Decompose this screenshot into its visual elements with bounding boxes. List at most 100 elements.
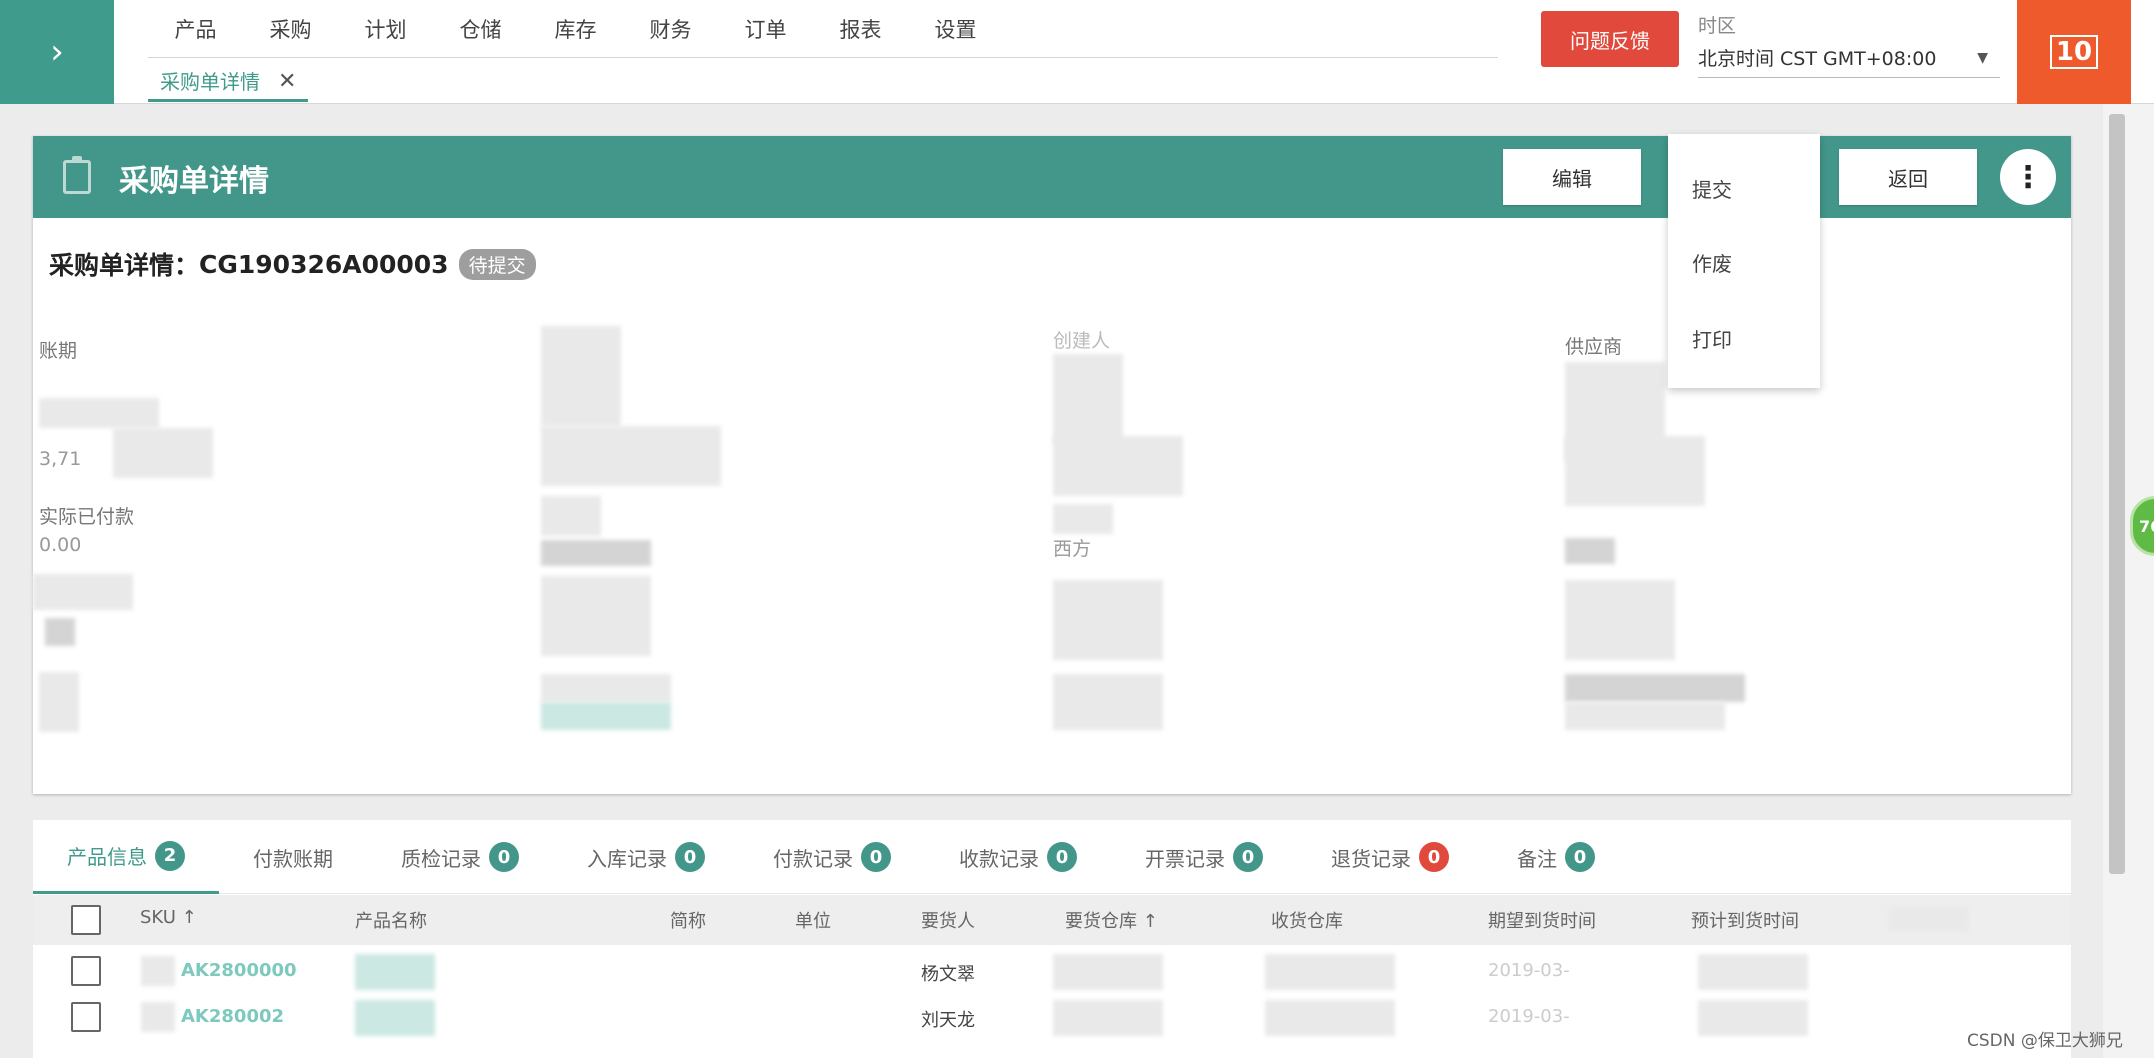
nav-plan[interactable]: 计划 [338,12,433,57]
redacted-cell [1053,954,1163,990]
chevron-right-icon: › [50,32,64,72]
redacted-field [1565,580,1675,660]
redacted-field [1565,538,1615,564]
count-badge: 0 [489,842,519,872]
record-tab[interactable]: 备注 0 [1483,820,1629,894]
page-scrollbar[interactable] [2103,104,2154,1058]
menu-item-print[interactable]: 打印 [1692,324,1732,353]
record-tab-label: 退货记录 [1331,846,1411,871]
record-tab[interactable]: 收款记录 0 [925,820,1111,894]
count-badge: 0 [675,842,705,872]
redacted-field [1053,436,1183,496]
order-number: CG190326A00003 [199,249,449,279]
close-icon[interactable]: ✕ [278,65,296,99]
redacted-field [541,540,651,566]
menu-item-submit[interactable]: 提交 [1692,174,1732,203]
redacted-field [33,574,133,610]
nav-orders[interactable]: 订单 [718,12,813,57]
count-badge: 0 [1565,842,1595,872]
col-unit: 单位 [795,911,831,932]
record-tab[interactable]: 退货记录 0 [1297,820,1483,894]
date-cell: 2019-03- [1488,1006,1570,1027]
redacted-cell [1265,1000,1395,1036]
scrollbar-thumb[interactable] [2109,114,2125,874]
feedback-button[interactable]: 问题反馈 [1541,11,1679,67]
redacted-field [1053,674,1163,730]
redacted-cell [1698,1000,1808,1036]
count-badge: 0 [1047,842,1077,872]
nav-inventory[interactable]: 库存 [528,12,623,57]
record-tab[interactable]: 质检记录 0 [367,820,553,894]
watermark-text: CSDN @保卫大狮兄 [1967,1031,2123,1051]
record-tab[interactable]: 产品信息 2 [33,820,219,894]
open-page-tabs: 采购单详情 ✕ [148,64,309,104]
redacted-field [1565,702,1725,730]
sidebar-toggle-button[interactable]: › [0,0,114,104]
redacted-field [39,672,79,732]
top-navigation-bar: › 产品 采购 计划 仓储 库存 财务 订单 报表 设置 采购单详情 ✕ 问题反… [0,0,2154,104]
count-badge: 0 [1233,842,1263,872]
redacted-field [113,428,213,478]
order-heading: 采购单详情： CG190326A00003 待提交 [49,246,536,282]
logo-text: 10 [2049,35,2099,69]
account-period-label: 账期 [39,340,78,362]
record-tab[interactable]: 入库记录 0 [553,820,739,894]
product-thumbnail [141,956,175,986]
record-tab-label: 付款记录 [773,846,853,871]
col-sku[interactable]: SKU ↑ [140,907,197,928]
nav-finance[interactable]: 财务 [623,12,718,57]
col-request-warehouse[interactable]: 要货仓库 ↑ [1065,907,1158,933]
timezone-select[interactable]: 北京时间 CST GMT+08:00 ▼ [1698,44,2000,78]
nav-warehouse[interactable]: 仓储 [433,12,528,57]
more-options-button[interactable]: ⋮ [2000,149,2056,205]
records-panel: 产品信息 2 付款账期 质检记录 0 入库记录 0 付款记录 0 收款记录 0 开票记录 0 退货记录 0 备… [33,820,2071,1058]
main-menu: 产品 采购 计划 仓储 库存 财务 订单 报表 设置 [148,12,1498,58]
menu-item-void[interactable]: 作废 [1692,248,1732,277]
redacted-field [1053,504,1113,534]
table-header: SKU ↑ 产品名称 简称 单位 要货人 要货仓库 ↑ 收货仓库 期望到货时间 … [33,895,2071,945]
redacted-header [1889,907,1969,931]
row-checkbox[interactable] [71,1002,101,1032]
record-tab[interactable]: 开票记录 0 [1111,820,1297,894]
nav-purchase[interactable]: 采购 [243,12,338,57]
timezone-label: 时区 [1698,15,1737,37]
count-badge: 2 [155,840,185,871]
edit-button[interactable]: 编辑 [1503,149,1641,205]
redacted-field [1565,436,1705,506]
col-estimated-date: 预计到货时间 [1691,911,1799,932]
table-row[interactable]: AK2800000 杨文翠 2019-03- [33,950,2071,994]
row-checkbox[interactable] [71,956,101,986]
amount-value: 3,71 [39,448,82,470]
table-row[interactable]: AK280002 刘天龙 2019-03- [33,996,2071,1040]
sku-link[interactable]: AK280002 [181,1006,284,1027]
status-badge: 待提交 [458,248,536,280]
product-thumbnail [141,1002,175,1032]
nav-settings[interactable]: 设置 [908,12,1003,57]
app-logo: 10 [2017,0,2131,104]
record-tab[interactable]: 付款记录 0 [739,820,925,894]
timezone-value: 北京时间 CST GMT+08:00 [1698,48,1937,70]
tab-label: 采购单详情 [160,69,260,94]
count-badge: 0 [861,842,891,872]
redacted-field [45,618,75,646]
col-requester: 要货人 [921,911,975,932]
order-label: 采购单详情： [49,251,200,280]
col-short-name: 简称 [670,911,706,932]
redacted-field [541,326,621,426]
col-receive-warehouse: 收货仓库 [1271,911,1343,932]
sku-link[interactable]: AK2800000 [181,960,297,981]
clipboard-icon [63,156,91,194]
redacted-field [1053,354,1123,444]
nav-product[interactable]: 产品 [148,12,243,57]
record-tab[interactable]: 付款账期 [219,820,367,894]
select-all-checkbox[interactable] [71,905,101,935]
redacted-link [541,702,671,730]
back-button[interactable]: 返回 [1839,149,1977,205]
redacted-cell [1053,1000,1163,1036]
redacted-field [541,426,721,486]
tab-purchase-order-detail[interactable]: 采购单详情 ✕ [148,64,309,102]
page-title: 采购单详情 [119,164,269,199]
nav-reports[interactable]: 报表 [813,12,908,57]
paid-value: 0.00 [39,534,82,556]
record-tab-label: 付款账期 [253,846,333,871]
